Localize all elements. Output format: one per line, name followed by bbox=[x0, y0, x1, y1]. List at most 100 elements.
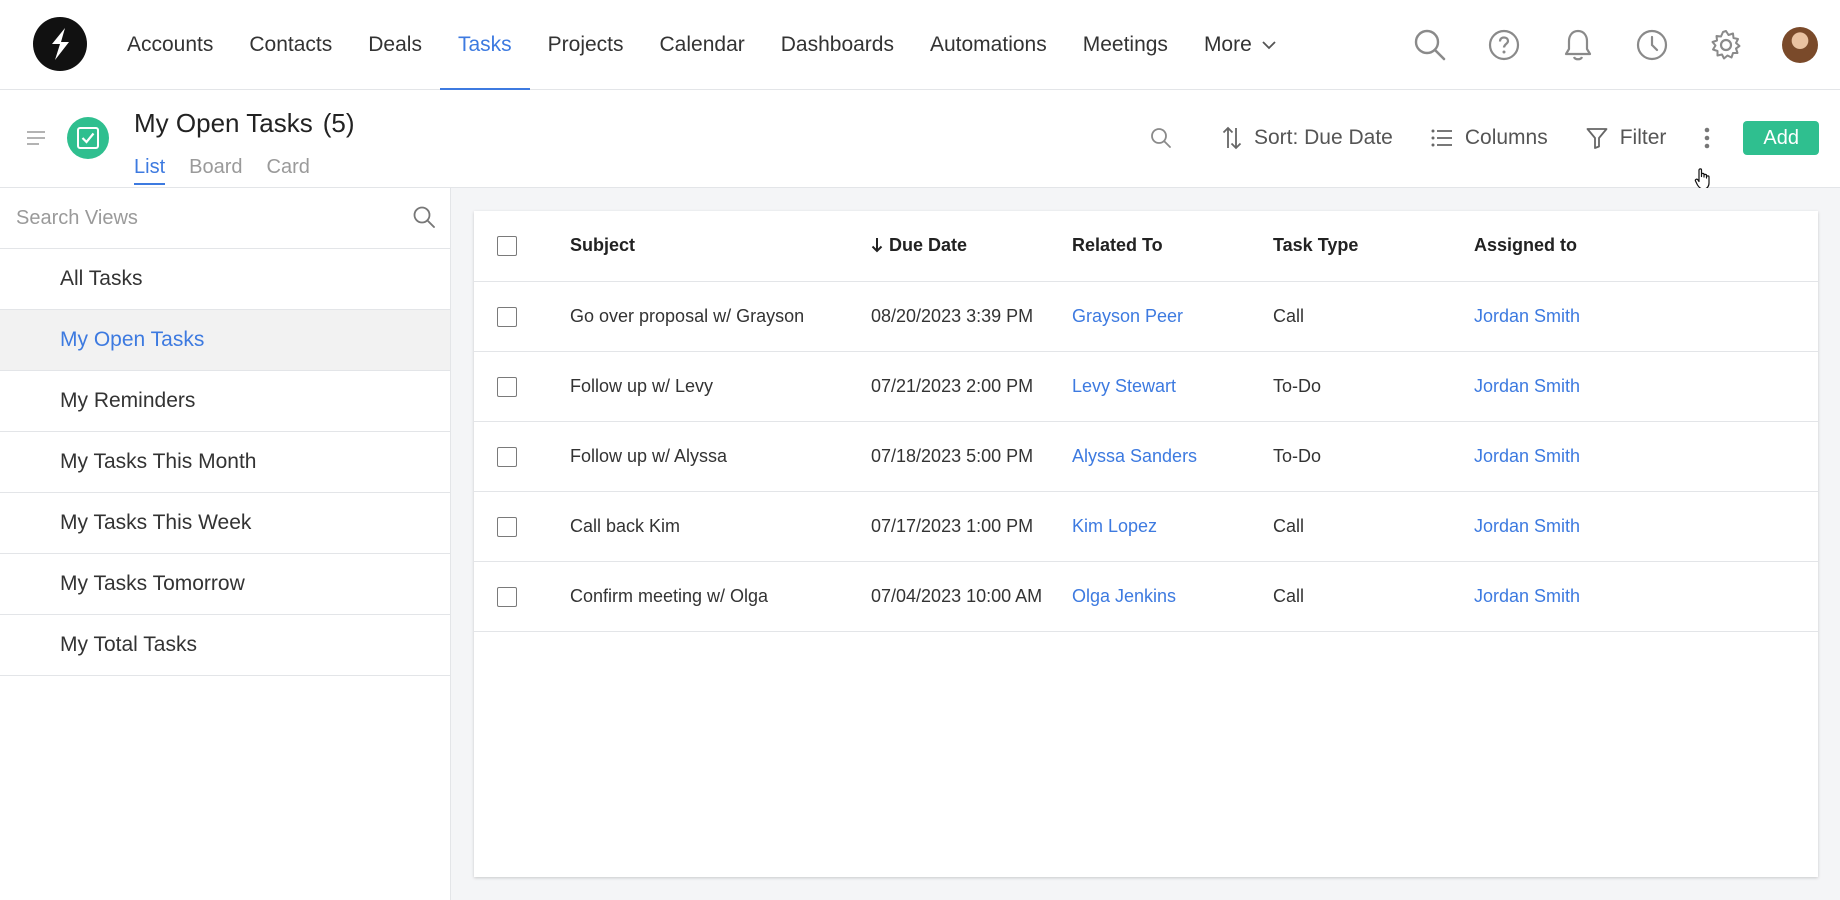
task-subject[interactable]: Follow up w/ Levy bbox=[570, 351, 871, 422]
task-subject[interactable]: Confirm meeting w/ Olga bbox=[570, 561, 871, 632]
tab-board[interactable]: Board bbox=[189, 156, 242, 185]
tab-list[interactable]: List bbox=[134, 156, 166, 185]
sidebar-item-my-tasks-this-week[interactable]: My Tasks This Week bbox=[0, 493, 450, 554]
more-options-button[interactable] bbox=[1702, 127, 1712, 149]
recent-activity-button[interactable] bbox=[1615, 0, 1689, 90]
sidebar-item-my-tasks-this-month[interactable]: My Tasks This Month bbox=[0, 432, 450, 493]
nav-item-calendar[interactable]: Calendar bbox=[642, 0, 763, 90]
nav-item-tasks[interactable]: Tasks bbox=[439, 0, 530, 91]
kebab-menu-icon bbox=[1705, 127, 1710, 149]
nav-item-more[interactable]: More bbox=[1186, 0, 1294, 90]
column-header-subject[interactable]: Subject bbox=[570, 211, 871, 282]
table-row[interactable]: Follow up w/ Levy 07/21/2023 2:00 PM Lev… bbox=[474, 351, 1818, 422]
filter-icon bbox=[1586, 128, 1608, 149]
task-due-date: 07/18/2023 5:00 PM bbox=[871, 421, 1072, 492]
task-type: Call bbox=[1273, 491, 1474, 562]
column-header-task-type[interactable]: Task Type bbox=[1273, 211, 1474, 282]
tasks-table: Subject Due Date Related To Task Type As… bbox=[474, 211, 1818, 632]
task-assigned-to-link[interactable]: Jordan Smith bbox=[1474, 561, 1818, 632]
search-icon bbox=[1151, 128, 1171, 148]
nav-item-meetings[interactable]: Meetings bbox=[1065, 0, 1186, 90]
task-related-to-link[interactable]: Levy Stewart bbox=[1072, 351, 1273, 422]
view-search-button[interactable] bbox=[1150, 127, 1184, 149]
task-related-to-link[interactable]: Alyssa Sanders bbox=[1072, 421, 1273, 492]
row-select-cell bbox=[474, 491, 570, 562]
search-views-input[interactable] bbox=[0, 206, 380, 230]
menu-icon bbox=[27, 131, 45, 145]
row-checkbox[interactable] bbox=[497, 446, 517, 467]
nav-item-projects[interactable]: Projects bbox=[530, 0, 642, 90]
chevron-down-icon bbox=[1262, 40, 1276, 50]
sidebar-item-my-open-tasks[interactable]: My Open Tasks bbox=[0, 310, 450, 371]
sidebar-item-my-reminders[interactable]: My Reminders bbox=[0, 371, 450, 432]
search-icon[interactable] bbox=[412, 205, 436, 234]
task-related-to-link[interactable]: Olga Jenkins bbox=[1072, 561, 1273, 632]
sort-icon bbox=[1222, 126, 1242, 150]
nav-item-contacts[interactable]: Contacts bbox=[231, 0, 350, 90]
select-all-cell bbox=[474, 211, 570, 282]
task-subject[interactable]: Follow up w/ Alyssa bbox=[570, 421, 871, 492]
columns-label: Columns bbox=[1464, 126, 1548, 149]
page-title: My Open Tasks (5) bbox=[134, 108, 354, 139]
sidebar-toggle[interactable] bbox=[26, 131, 46, 150]
nav-more-label: More bbox=[1203, 33, 1252, 56]
sidebar-item-my-tasks-tomorrow[interactable]: My Tasks Tomorrow bbox=[0, 554, 450, 615]
nav-icon-group bbox=[1393, 0, 1840, 90]
row-select-cell bbox=[474, 351, 570, 422]
app-logo[interactable] bbox=[33, 17, 87, 71]
nav-item-accounts[interactable]: Accounts bbox=[109, 0, 231, 90]
nav-item-automations[interactable]: Automations bbox=[912, 0, 1065, 90]
user-avatar[interactable] bbox=[1782, 27, 1818, 63]
task-type: To-Do bbox=[1273, 351, 1474, 422]
task-assigned-to-link[interactable]: Jordan Smith bbox=[1474, 351, 1818, 422]
nav-item-deals[interactable]: Deals bbox=[350, 0, 440, 90]
row-checkbox[interactable] bbox=[497, 306, 517, 327]
row-checkbox[interactable] bbox=[497, 516, 517, 537]
table-row[interactable]: Call back Kim 07/17/2023 1:00 PM Kim Lop… bbox=[474, 491, 1818, 562]
column-header-assigned-to[interactable]: Assigned to bbox=[1474, 211, 1818, 282]
arrow-down-icon bbox=[871, 237, 883, 253]
clock-icon bbox=[1636, 29, 1668, 61]
settings-button[interactable] bbox=[1689, 0, 1763, 90]
nav-item-dashboards[interactable]: Dashboards bbox=[763, 0, 912, 90]
checkbox-checked-icon bbox=[77, 127, 99, 149]
task-assigned-to-link[interactable]: Jordan Smith bbox=[1474, 491, 1818, 562]
view-toolbar: Sort: Due Date Columns Filter Add bbox=[1150, 121, 1819, 155]
task-related-to-link[interactable]: Kim Lopez bbox=[1072, 491, 1273, 562]
table-row[interactable]: Follow up w/ Alyssa 07/18/2023 5:00 PM A… bbox=[474, 421, 1818, 492]
task-due-date: 07/04/2023 10:00 AM bbox=[871, 561, 1072, 632]
columns-button[interactable]: Columns bbox=[1431, 126, 1548, 150]
task-subject[interactable]: Call back Kim bbox=[570, 491, 871, 562]
task-assigned-to-link[interactable]: Jordan Smith bbox=[1474, 421, 1818, 492]
top-nav: Accounts Contacts Deals Tasks Projects C… bbox=[0, 0, 1840, 91]
views-sidebar: All Tasks My Open Tasks My Reminders My … bbox=[0, 188, 451, 900]
global-search-button[interactable] bbox=[1393, 0, 1467, 90]
bolt-logo-icon bbox=[52, 28, 69, 60]
help-button[interactable] bbox=[1467, 0, 1541, 90]
sidebar-item-all-tasks[interactable]: All Tasks bbox=[0, 249, 450, 310]
row-checkbox[interactable] bbox=[497, 586, 517, 607]
filter-button[interactable]: Filter bbox=[1586, 126, 1666, 150]
main-nav: Accounts Contacts Deals Tasks Projects C… bbox=[109, 0, 1294, 91]
tasks-module-badge bbox=[67, 117, 109, 159]
tasks-table-card: Subject Due Date Related To Task Type As… bbox=[474, 211, 1818, 877]
main-content: Subject Due Date Related To Task Type As… bbox=[451, 188, 1840, 900]
table-row[interactable]: Confirm meeting w/ Olga 07/04/2023 10:00… bbox=[474, 561, 1818, 632]
sort-button[interactable]: Sort: Due Date bbox=[1222, 126, 1393, 150]
tab-card[interactable]: Card bbox=[267, 156, 310, 185]
column-header-due-date[interactable]: Due Date bbox=[871, 211, 1072, 282]
sort-label: Sort: Due Date bbox=[1253, 126, 1393, 149]
add-task-button[interactable]: Add bbox=[1743, 121, 1819, 155]
sidebar-item-my-total-tasks[interactable]: My Total Tasks bbox=[0, 615, 450, 676]
column-header-related-to[interactable]: Related To bbox=[1072, 211, 1273, 282]
task-assigned-to-link[interactable]: Jordan Smith bbox=[1474, 281, 1818, 352]
select-all-checkbox[interactable] bbox=[497, 236, 517, 257]
task-subject[interactable]: Go over proposal w/ Grayson bbox=[570, 281, 871, 352]
task-related-to-link[interactable]: Grayson Peer bbox=[1072, 281, 1273, 352]
row-select-cell bbox=[474, 561, 570, 632]
view-record-count: (5) bbox=[322, 108, 355, 138]
table-row[interactable]: Go over proposal w/ Grayson 08/20/2023 3… bbox=[474, 281, 1818, 352]
due-date-header-label: Due Date bbox=[889, 235, 968, 256]
row-checkbox[interactable] bbox=[497, 376, 517, 397]
notifications-button[interactable] bbox=[1541, 0, 1615, 90]
